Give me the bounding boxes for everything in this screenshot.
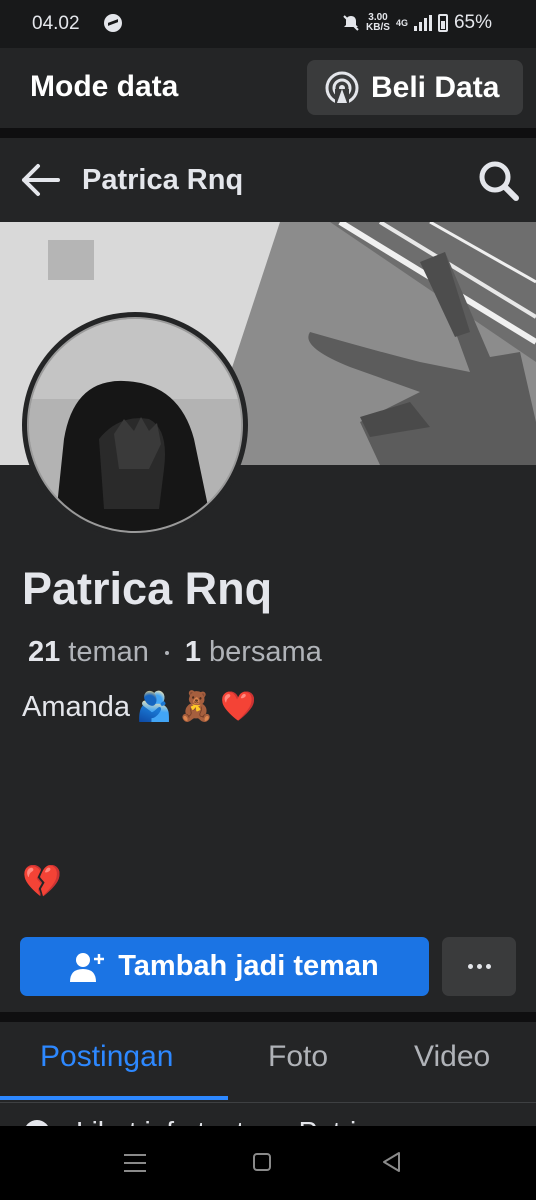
mute-icon — [343, 15, 359, 31]
add-friend-icon — [70, 952, 105, 982]
section-divider — [0, 1012, 536, 1022]
mutual-label: bersama — [209, 636, 322, 668]
section-divider — [0, 128, 536, 138]
active-tab-indicator — [0, 1096, 228, 1100]
profile-name: Patrica Rnq — [22, 563, 273, 614]
back-triangle-icon[interactable] — [381, 1151, 401, 1173]
status-time: 04.02 — [32, 13, 80, 34]
buy-data-button[interactable]: Beli Data — [307, 60, 523, 115]
signal-icon — [413, 15, 432, 31]
add-friend-label: Tambah jadi teman — [118, 950, 379, 982]
add-friend-button[interactable]: Tambah jadi teman — [20, 937, 429, 996]
status-right-group: 3.00 KB/S 4G 65% — [342, 12, 492, 34]
friends-summary[interactable]: 21 teman 1 bersama — [28, 636, 322, 669]
mode-data-title: Mode data — [30, 70, 179, 103]
bio-text: Amanda — [22, 690, 131, 723]
friends-label: teman — [68, 636, 149, 668]
network-speed: 3.00 KB/S — [366, 12, 390, 33]
tab-postingan[interactable]: Postingan — [40, 1040, 173, 1074]
recent-apps-icon[interactable] — [124, 1154, 146, 1172]
heart-emoji: ❤️ — [220, 691, 257, 723]
separator-dot — [164, 650, 169, 655]
broken-heart-emoji: 💔 — [22, 863, 62, 899]
messenger-icon — [104, 14, 122, 32]
home-icon[interactable] — [253, 1153, 271, 1171]
top-nav — [0, 138, 536, 222]
battery-percent: 65% — [453, 12, 492, 33]
search-icon[interactable] — [476, 158, 522, 204]
nav-title: Patrica Rnq — [82, 164, 244, 196]
tab-video[interactable]: Video — [414, 1040, 490, 1074]
tab-foto[interactable]: Foto — [268, 1040, 328, 1074]
more-dots-icon — [467, 964, 473, 969]
avatar-image — [29, 319, 241, 531]
avatar[interactable] — [27, 317, 243, 533]
friends-count: 21 — [28, 636, 61, 668]
signal-broadcast-icon — [325, 71, 359, 105]
network-type: 4G — [395, 18, 408, 28]
battery-icon — [437, 14, 448, 32]
arrow-left-icon[interactable] — [20, 162, 60, 198]
more-options-button[interactable] — [442, 937, 516, 996]
teddy-bear-emoji: 🧸 — [178, 691, 215, 723]
mutual-count: 1 — [184, 636, 202, 668]
buy-data-label: Beli Data — [371, 70, 500, 104]
hug-emoji: 🫂 — [136, 691, 173, 723]
profile-bio: Amanda 🫂 🧸 ❤️ — [22, 690, 256, 724]
